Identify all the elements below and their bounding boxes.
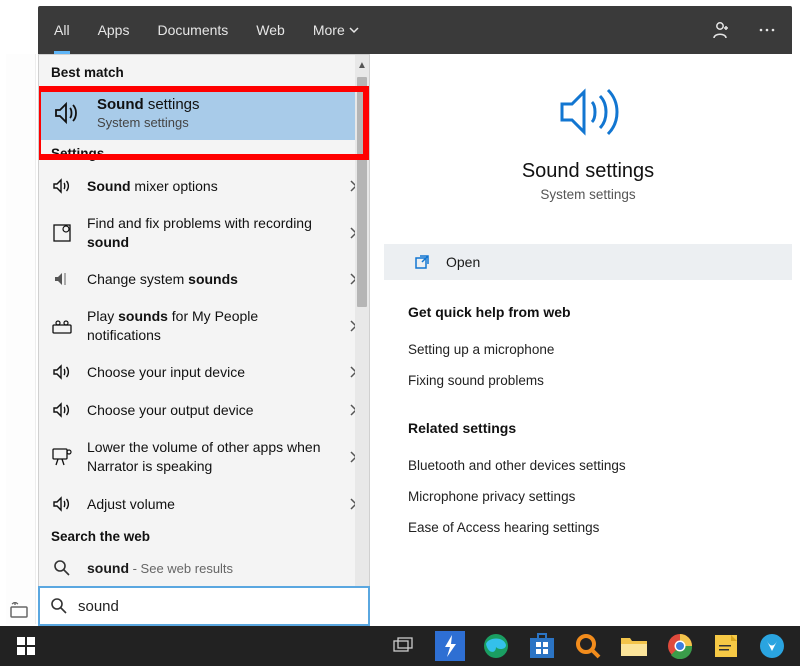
settings-item-troubleshoot[interactable]: Find and fix problems with recording sou… [39, 205, 369, 261]
settings-item-output-device[interactable]: Choose your output device [39, 391, 369, 429]
taskbar-app-blue[interactable] [750, 626, 794, 666]
search-icon [51, 559, 73, 577]
best-match-rest: settings [144, 96, 200, 113]
search-input[interactable] [78, 598, 358, 615]
open-icon [414, 254, 430, 270]
web-suffix: - See web results [129, 561, 233, 576]
start-button[interactable] [4, 626, 48, 666]
quick-help-heading: Get quick help from web [408, 304, 768, 320]
task-view-button[interactable] [382, 626, 426, 666]
taskbar-app-chrome[interactable] [658, 626, 702, 666]
tab-all[interactable]: All [54, 6, 70, 54]
speaker-icon [51, 362, 73, 382]
tab-documents[interactable]: Documents [157, 6, 228, 54]
tab-more-label: More [313, 22, 345, 38]
search-box[interactable] [38, 586, 370, 626]
best-match-subtitle: System settings [97, 115, 200, 130]
header-right [712, 20, 776, 40]
people-icon [51, 318, 73, 334]
taskbar-app-store[interactable] [520, 626, 564, 666]
best-match-item[interactable]: Sound settings System settings [39, 86, 369, 140]
chevron-down-icon [349, 25, 359, 35]
settings-item-adjust-volume[interactable]: Adjust volume [39, 485, 369, 523]
speaker-icon [51, 99, 83, 127]
left-window-edge [6, 54, 36, 624]
taskbar-app-notes[interactable] [704, 626, 748, 666]
open-button[interactable]: Open [384, 244, 792, 280]
related-link-mic-privacy[interactable]: Microphone privacy settings [408, 481, 768, 512]
related-settings-group: Related settings Bluetooth and other dev… [384, 396, 792, 543]
input-icon [10, 602, 32, 620]
speaker-icon [51, 494, 73, 514]
results-panel: Best match Sound settings System setting… [38, 54, 370, 624]
settings-item-mixer[interactable]: Sound mixer options [39, 167, 369, 205]
item-rest: mixer options [131, 178, 218, 194]
related-link-ease-hearing[interactable]: Ease of Access hearing settings [408, 512, 768, 543]
item-bold: Sound [87, 178, 131, 194]
web-bold: sound [87, 560, 129, 576]
best-match-text: Sound settings System settings [97, 96, 200, 130]
settings-item-system-sounds[interactable]: Change system sounds [39, 261, 369, 298]
preview-pane: Sound settings System settings Open Get … [384, 54, 792, 624]
tab-more[interactable]: More [313, 6, 359, 54]
scroll-thumb[interactable] [357, 77, 367, 307]
quick-help-group: Get quick help from web Setting up a mic… [384, 280, 792, 396]
header-tabs: All Apps Documents Web More [54, 6, 359, 54]
speaker-large-icon [552, 82, 624, 142]
taskbar-app-file-explorer[interactable] [612, 626, 656, 666]
web-search-item[interactable]: sound - See web results [39, 550, 369, 586]
preview-hero: Sound settings System settings [384, 54, 792, 220]
quick-help-link-mic[interactable]: Setting up a microphone [408, 334, 768, 365]
tab-web[interactable]: Web [256, 6, 285, 54]
item-bold: sounds [118, 308, 168, 324]
related-heading: Related settings [408, 420, 768, 436]
item-pre: Play [87, 308, 118, 324]
taskbar-app-edge[interactable] [474, 626, 518, 666]
settings-item-my-people[interactable]: Play sounds for My People notifications [39, 298, 369, 354]
related-link-bluetooth[interactable]: Bluetooth and other devices settings [408, 450, 768, 481]
taskbar-app-bolt[interactable] [428, 626, 472, 666]
results-scrollbar[interactable]: ▲ ▼ [355, 55, 369, 623]
preview-subtitle: System settings [384, 187, 792, 202]
more-options-icon[interactable] [758, 21, 776, 39]
account-icon[interactable] [712, 20, 732, 40]
section-best-match: Best match [39, 55, 369, 86]
item-rest: Adjust volume [87, 496, 175, 512]
item-bold: sound [87, 234, 129, 250]
open-label: Open [446, 254, 480, 270]
preview-title: Sound settings [384, 160, 792, 183]
item-pre: Change system [87, 271, 188, 287]
speaker-solid-icon [51, 270, 73, 288]
narrator-icon [51, 448, 73, 466]
search-header: All Apps Documents Web More [38, 6, 792, 54]
item-bold: sounds [188, 271, 238, 287]
item-rest: Choose your output device [87, 402, 254, 418]
settings-item-narrator-volume[interactable]: Lower the volume of other apps when Narr… [39, 429, 369, 485]
best-match-bold: Sound [97, 96, 144, 113]
item-rest: Lower the volume of other apps when Narr… [87, 439, 320, 474]
search-icon [50, 597, 68, 615]
speaker-icon [51, 176, 73, 196]
speaker-icon [51, 400, 73, 420]
settings-item-input-device[interactable]: Choose your input device [39, 353, 369, 391]
taskbar-app-magnify[interactable] [566, 626, 610, 666]
tab-apps[interactable]: Apps [98, 6, 130, 54]
scroll-up-icon[interactable]: ▲ [355, 57, 369, 73]
section-search-web: Search the web [39, 523, 369, 550]
item-pre: Find and fix problems with recording [87, 215, 312, 231]
section-settings: Settings [39, 140, 369, 167]
item-rest: Choose your input device [87, 364, 245, 380]
quick-help-link-sound[interactable]: Fixing sound problems [408, 365, 768, 396]
troubleshoot-icon [51, 224, 73, 242]
taskbar [0, 626, 800, 666]
